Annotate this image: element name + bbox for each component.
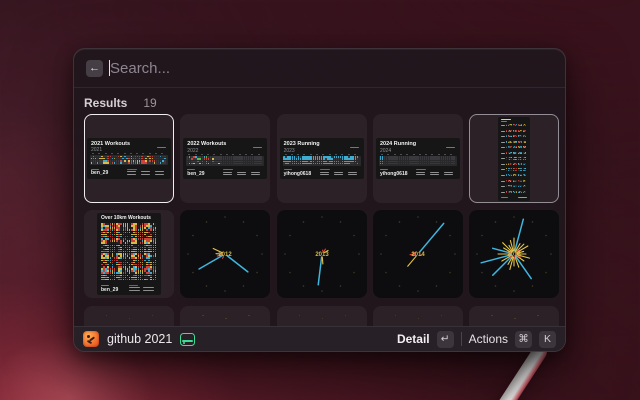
grid-card[interactable]: 2023 Running2023 yihong0618 <box>277 114 367 203</box>
radial-year-label: 2015 <box>508 252 522 258</box>
heatmap-band <box>283 156 361 166</box>
multi-year-poster-thumbnail <box>498 117 530 201</box>
radial-year-label: 2012 <box>219 252 233 258</box>
results-label: Results <box>84 96 127 110</box>
poster-username: yihong0618 <box>380 172 408 177</box>
radial-year-plot: 2013 <box>277 210 367 298</box>
over-10km-poster-thumbnail: Over 10km Workouts ben_29 <box>97 213 161 295</box>
workout-poster-thumbnail: 2023 Running2023 yihong0618 <box>280 138 364 179</box>
grid-card[interactable]: 2015 <box>469 210 559 298</box>
launcher-window: ← Results 19 2021 Workouts2021ben_29 2022… <box>73 48 566 352</box>
selected-item-title: github 2021 <box>107 332 172 346</box>
radial-year-plot: 2015 <box>469 210 559 298</box>
search-bar: ← <box>74 49 565 87</box>
heatmap-band <box>186 156 264 166</box>
workout-poster-thumbnail: 2022 Workouts2022 ben_29 <box>183 138 267 179</box>
workout-poster-thumbnail: 2021 Workouts2021ben_29 <box>87 138 171 179</box>
drive-icon <box>180 333 195 346</box>
search-input[interactable] <box>110 60 553 77</box>
poster-title: 2024 Running <box>380 141 416 147</box>
detail-label[interactable]: Detail <box>397 332 430 346</box>
grid-card[interactable]: 2013 <box>277 210 367 298</box>
radial-year-label: 2014 <box>411 252 425 258</box>
poster-title: 2023 Running <box>284 141 320 147</box>
poster-subtitle: 2023 <box>284 148 295 154</box>
workout-poster-thumbnail: 2024 Running2024 yihong0618 <box>376 138 460 179</box>
poster-title: 2022 Workouts <box>187 141 226 147</box>
actions-label[interactable]: Actions <box>469 332 508 346</box>
results-grid: 2021 Workouts2021ben_29 2022 Workouts2022… <box>74 111 566 352</box>
grid-card[interactable]: 2012 <box>180 210 270 298</box>
k-key-badge: K <box>539 331 556 348</box>
poster-username: ben_29 <box>187 172 204 177</box>
heatmap-band <box>90 155 168 165</box>
grid-card[interactable] <box>469 114 559 203</box>
heatmap-band <box>379 156 457 166</box>
radial-year-plot: 2012 <box>180 210 270 298</box>
results-count: 19 <box>143 96 156 110</box>
return-key-badge: ↵ <box>437 331 454 348</box>
app-icon <box>83 331 99 347</box>
poster-username: ben_29 <box>91 171 108 176</box>
poster-username: yihong0618 <box>284 172 312 177</box>
grid-card[interactable]: 2022 Workouts2022 ben_29 <box>180 114 270 203</box>
poster-title: 2021 Workouts <box>91 141 130 147</box>
footer-bar: github 2021 Detail ↵ Actions ⌘ K <box>74 326 565 351</box>
grid-card[interactable]: Over 10km Workouts ben_29 <box>84 210 174 298</box>
arrow-left-icon: ← <box>89 63 100 74</box>
grid-card[interactable]: 2014 <box>373 210 463 298</box>
cmd-key-badge: ⌘ <box>515 331 532 348</box>
poster-subtitle: 2022 <box>187 148 198 154</box>
poster-username: ben_29 <box>101 288 118 293</box>
poster-title: Over 10km Workouts <box>101 216 151 222</box>
radial-year-plot: 2014 <box>373 210 463 298</box>
back-button[interactable]: ← <box>86 60 103 77</box>
grid-card[interactable]: 2021 Workouts2021ben_29 <box>84 114 174 203</box>
text-caret <box>109 60 110 76</box>
radial-year-label: 2013 <box>315 252 329 258</box>
poster-subtitle: 2024 <box>380 148 391 154</box>
grid-card[interactable]: 2024 Running2024 yihong0618 <box>373 114 463 203</box>
footer-divider <box>461 332 462 346</box>
